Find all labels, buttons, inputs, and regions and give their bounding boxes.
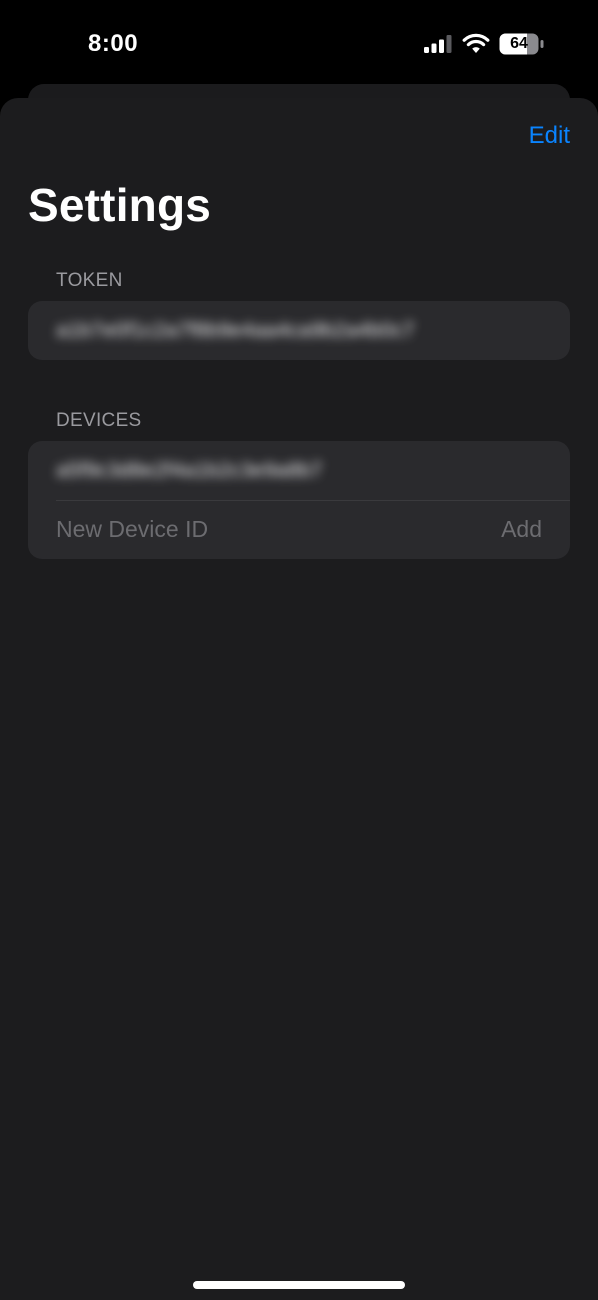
device-row[interactable]: a5f9c3d8e2f4a1b2c3e9a8b7 (28, 441, 570, 500)
status-time: 8:00 (88, 30, 139, 57)
token-value: a1b7e0f1c2a7f8b9e4aa4ca9b2a4b0c7 (56, 318, 415, 342)
token-group: a1b7e0f1c2a7f8b9e4aa4ca9b2a4b0c7 (28, 301, 570, 360)
new-device-row: Add (28, 500, 570, 559)
token-row[interactable]: a1b7e0f1c2a7f8b9e4aa4ca9b2a4b0c7 (28, 301, 570, 360)
signal-icon (424, 35, 452, 53)
devices-section-header: DEVICES (56, 410, 142, 431)
battery-level: 64 (510, 35, 528, 52)
token-section-header: TOKEN (56, 270, 123, 291)
device-id-value: a5f9c3d8e2f4a1b2c3e9a8b7 (56, 458, 323, 482)
edit-button[interactable]: Edit (529, 122, 570, 150)
add-device-button[interactable]: Add (501, 516, 542, 543)
wifi-icon (462, 33, 490, 53)
new-device-id-input[interactable] (56, 516, 502, 543)
home-indicator (193, 1281, 405, 1289)
status-bar: 8:00 64 (0, 0, 598, 86)
page-title: Settings (28, 179, 212, 231)
devices-group: a5f9c3d8e2f4a1b2c3e9a8b7 Add (28, 441, 570, 559)
